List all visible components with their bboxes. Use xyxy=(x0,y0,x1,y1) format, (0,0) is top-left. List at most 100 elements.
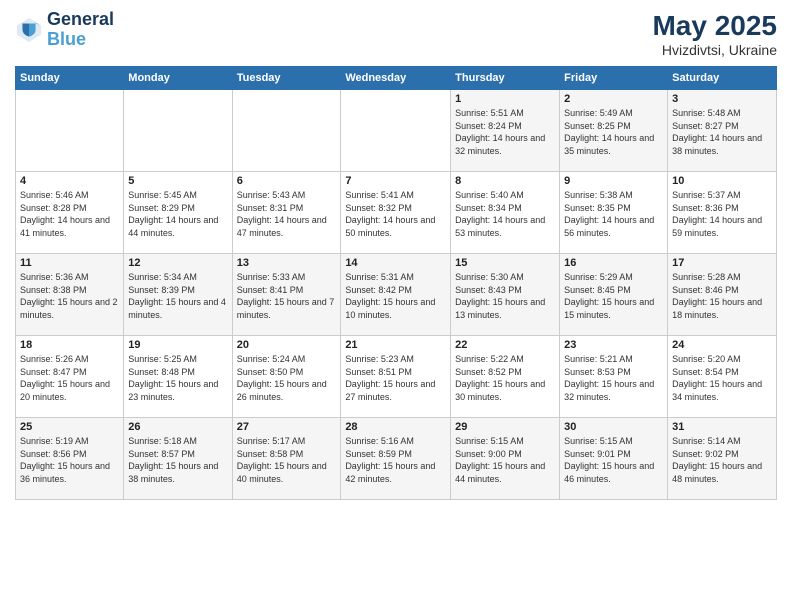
day-cell: 24 Sunrise: 5:20 AMSunset: 8:54 PMDayligh… xyxy=(668,336,777,418)
day-number: 31 xyxy=(672,421,772,433)
day-info: Sunrise: 5:19 AMSunset: 8:56 PMDaylight:… xyxy=(20,435,119,485)
day-number: 30 xyxy=(564,421,663,433)
day-number: 23 xyxy=(564,339,663,351)
day-cell: 21Sunrise: 5:23 AMSunset: 8:51 PMDayligh… xyxy=(341,336,451,418)
day-info: Sunrise: 5:40 AMSunset: 8:34 PMDaylight:… xyxy=(455,189,555,239)
day-number: 13 xyxy=(237,257,337,269)
day-cell: 26Sunrise: 5:18 AMSunset: 8:57 PMDayligh… xyxy=(124,418,232,500)
day-info: Sunrise: 5:34 AMSunset: 8:39 PMDaylight:… xyxy=(128,271,227,321)
day-info: Sunrise: 5:33 AMSunset: 8:41 PMDaylight:… xyxy=(237,271,337,321)
day-info: Sunrise: 5:23 AMSunset: 8:51 PMDaylight:… xyxy=(345,353,446,403)
day-info: Sunrise: 5:41 AMSunset: 8:32 PMDaylight:… xyxy=(345,189,446,239)
day-cell xyxy=(16,90,124,172)
day-number: 20 xyxy=(237,339,337,351)
day-cell: 4 Sunrise: 5:46 AMSunset: 8:28 PMDaylight… xyxy=(16,172,124,254)
day-info: Sunrise: 5:15 AMSunset: 9:00 PMDaylight:… xyxy=(455,435,555,485)
calendar-table: SundayMondayTuesdayWednesdayThursdayFrid… xyxy=(15,66,777,500)
day-number: 2 xyxy=(564,93,663,105)
day-number: 25 xyxy=(20,421,119,433)
day-info: Sunrise: 5:14 AMSunset: 9:02 PMDaylight:… xyxy=(672,435,772,485)
day-number: 8 xyxy=(455,175,555,187)
day-number: 28 xyxy=(345,421,446,433)
day-info: Sunrise: 5:15 AMSunset: 9:01 PMDaylight:… xyxy=(564,435,663,485)
day-number: 17 xyxy=(672,257,772,269)
day-info: Sunrise: 5:25 AMSunset: 8:48 PMDaylight:… xyxy=(128,353,227,403)
day-info: Sunrise: 5:22 AMSunset: 8:52 PMDaylight:… xyxy=(455,353,555,403)
day-info: Sunrise: 5:29 AMSunset: 8:45 PMDaylight:… xyxy=(564,271,663,321)
day-info: Sunrise: 5:48 AMSunset: 8:27 PMDaylight:… xyxy=(672,107,772,157)
day-info: Sunrise: 5:37 AMSunset: 8:36 PMDaylight:… xyxy=(672,189,772,239)
day-info: Sunrise: 5:45 AMSunset: 8:29 PMDaylight:… xyxy=(128,189,227,239)
day-cell: 5Sunrise: 5:45 AMSunset: 8:29 PMDaylight… xyxy=(124,172,232,254)
day-cell xyxy=(124,90,232,172)
day-cell: 27Sunrise: 5:17 AMSunset: 8:58 PMDayligh… xyxy=(232,418,341,500)
week-row-2: 4 Sunrise: 5:46 AMSunset: 8:28 PMDaylight… xyxy=(16,172,777,254)
day-cell: 19Sunrise: 5:25 AMSunset: 8:48 PMDayligh… xyxy=(124,336,232,418)
day-info: Sunrise: 5:16 AMSunset: 8:59 PMDaylight:… xyxy=(345,435,446,485)
day-cell: 29 Sunrise: 5:15 AMSunset: 9:00 PMDayligh… xyxy=(451,418,560,500)
logo: General Blue xyxy=(15,10,114,50)
day-number: 3 xyxy=(672,93,772,105)
day-number: 18 xyxy=(20,339,119,351)
day-cell: 14Sunrise: 5:31 AMSunset: 8:42 PMDayligh… xyxy=(341,254,451,336)
day-info: Sunrise: 5:31 AMSunset: 8:42 PMDaylight:… xyxy=(345,271,446,321)
day-info: Sunrise: 5:30 AMSunset: 8:43 PMDaylight:… xyxy=(455,271,555,321)
day-info: Sunrise: 5:38 AMSunset: 8:35 PMDaylight:… xyxy=(564,189,663,239)
day-number: 7 xyxy=(345,175,446,187)
day-number: 6 xyxy=(237,175,337,187)
day-cell: 30 Sunrise: 5:15 AMSunset: 9:01 PMDayligh… xyxy=(560,418,668,500)
day-info: Sunrise: 5:43 AMSunset: 8:31 PMDaylight:… xyxy=(237,189,337,239)
day-info: Sunrise: 5:36 AMSunset: 8:38 PMDaylight:… xyxy=(20,271,119,321)
day-cell xyxy=(341,90,451,172)
week-row-4: 18 Sunrise: 5:26 AMSunset: 8:47 PMDayligh… xyxy=(16,336,777,418)
day-cell: 16Sunrise: 5:29 AMSunset: 8:45 PMDayligh… xyxy=(560,254,668,336)
day-cell: 12Sunrise: 5:34 AMSunset: 8:39 PMDayligh… xyxy=(124,254,232,336)
logo-line2: Blue xyxy=(47,30,114,50)
day-cell: 20 Sunrise: 5:24 AMSunset: 8:50 PMDayligh… xyxy=(232,336,341,418)
day-number: 27 xyxy=(237,421,337,433)
col-header-saturday: Saturday xyxy=(668,67,777,90)
day-info: Sunrise: 5:20 AMSunset: 8:54 PMDaylight:… xyxy=(672,353,772,403)
page: General Blue May 2025 Hvizdivtsi, Ukrain… xyxy=(0,0,792,612)
day-cell xyxy=(232,90,341,172)
day-cell: 13 Sunrise: 5:33 AMSunset: 8:41 PMDayligh… xyxy=(232,254,341,336)
day-number: 22 xyxy=(455,339,555,351)
day-number: 1 xyxy=(455,93,555,105)
week-row-5: 25 Sunrise: 5:19 AMSunset: 8:56 PMDayligh… xyxy=(16,418,777,500)
day-info: Sunrise: 5:49 AMSunset: 8:25 PMDaylight:… xyxy=(564,107,663,157)
day-info: Sunrise: 5:21 AMSunset: 8:53 PMDaylight:… xyxy=(564,353,663,403)
header: General Blue May 2025 Hvizdivtsi, Ukrain… xyxy=(15,10,777,58)
day-cell: 6 Sunrise: 5:43 AMSunset: 8:31 PMDaylight… xyxy=(232,172,341,254)
day-number: 11 xyxy=(20,257,119,269)
day-info: Sunrise: 5:46 AMSunset: 8:28 PMDaylight:… xyxy=(20,189,119,239)
day-cell: 17 Sunrise: 5:28 AMSunset: 8:46 PMDayligh… xyxy=(668,254,777,336)
logo-line1: General xyxy=(47,10,114,30)
day-cell: 11 Sunrise: 5:36 AMSunset: 8:38 PMDayligh… xyxy=(16,254,124,336)
col-header-monday: Monday xyxy=(124,67,232,90)
day-info: Sunrise: 5:28 AMSunset: 8:46 PMDaylight:… xyxy=(672,271,772,321)
day-info: Sunrise: 5:24 AMSunset: 8:50 PMDaylight:… xyxy=(237,353,337,403)
day-cell: 25 Sunrise: 5:19 AMSunset: 8:56 PMDayligh… xyxy=(16,418,124,500)
col-header-friday: Friday xyxy=(560,67,668,90)
col-header-tuesday: Tuesday xyxy=(232,67,341,90)
week-row-3: 11 Sunrise: 5:36 AMSunset: 8:38 PMDayligh… xyxy=(16,254,777,336)
subtitle: Hvizdivtsi, Ukraine xyxy=(652,42,777,58)
day-cell: 22 Sunrise: 5:22 AMSunset: 8:52 PMDayligh… xyxy=(451,336,560,418)
day-number: 24 xyxy=(672,339,772,351)
day-number: 4 xyxy=(20,175,119,187)
day-cell: 1Sunrise: 5:51 AMSunset: 8:24 PMDaylight… xyxy=(451,90,560,172)
day-cell: 31 Sunrise: 5:14 AMSunset: 9:02 PMDayligh… xyxy=(668,418,777,500)
col-header-sunday: Sunday xyxy=(16,67,124,90)
day-cell: 3 Sunrise: 5:48 AMSunset: 8:27 PMDaylight… xyxy=(668,90,777,172)
day-cell: 23 Sunrise: 5:21 AMSunset: 8:53 PMDayligh… xyxy=(560,336,668,418)
main-title: May 2025 xyxy=(652,10,777,42)
day-cell: 10Sunrise: 5:37 AMSunset: 8:36 PMDayligh… xyxy=(668,172,777,254)
day-info: Sunrise: 5:26 AMSunset: 8:47 PMDaylight:… xyxy=(20,353,119,403)
calendar-header-row: SundayMondayTuesdayWednesdayThursdayFrid… xyxy=(16,67,777,90)
day-cell: 15Sunrise: 5:30 AMSunset: 8:43 PMDayligh… xyxy=(451,254,560,336)
col-header-wednesday: Wednesday xyxy=(341,67,451,90)
day-cell: 8 Sunrise: 5:40 AMSunset: 8:34 PMDaylight… xyxy=(451,172,560,254)
day-number: 26 xyxy=(128,421,227,433)
day-number: 29 xyxy=(455,421,555,433)
day-cell: 18 Sunrise: 5:26 AMSunset: 8:47 PMDayligh… xyxy=(16,336,124,418)
